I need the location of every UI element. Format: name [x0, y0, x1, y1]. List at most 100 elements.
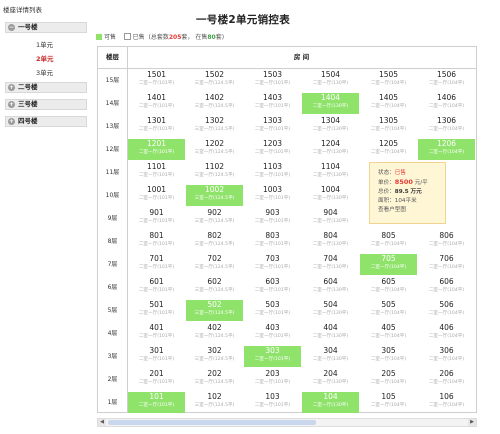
room-cell[interactable]: 1004 二室一厅(130平) [302, 185, 359, 206]
room-cell[interactable]: 902 三室一厅(124.5平) [186, 208, 243, 229]
scroll-right-icon[interactable]: ▶ [468, 419, 476, 426]
scroll-left-icon[interactable]: ◀ [98, 419, 106, 426]
room-cell[interactable]: 1305 二室一厅(104平) [360, 116, 417, 137]
room-cell[interactable]: 604 二室一厅(130平) [302, 277, 359, 298]
room-cell[interactable]: 501 二室一厅(101平) [128, 300, 185, 321]
room-cell[interactable]: 1101 二室一厅(101平) [128, 162, 185, 183]
room-cell[interactable]: 706 二室一厅(104平) [418, 254, 475, 275]
room-cell[interactable]: 405 二室一厅(104平) [360, 323, 417, 344]
room-cell[interactable]: 803 二室一厅(101平) [244, 231, 301, 252]
room-cell[interactable]: 1303 二室一厅(101平) [244, 116, 301, 137]
room-cell[interactable]: 1206 二室一厅(104平) [418, 139, 475, 160]
room-cell[interactable]: 1204 二室一厅(130平) [302, 139, 359, 160]
room-cell[interactable]: 1301 二室一厅(101平) [128, 116, 185, 137]
room-cell[interactable]: 401 二室一厅(101平) [128, 323, 185, 344]
room-cell[interactable]: 304 二室一厅(130平) [302, 346, 359, 367]
room-cell[interactable]: 1506 二室一厅(104平) [418, 70, 475, 91]
horizontal-scrollbar[interactable]: ◀ ▶ [97, 418, 477, 427]
room-cell[interactable]: 1302 三室一厅(124.5平) [186, 116, 243, 137]
building-item-1[interactable]: − 一号楼 [5, 22, 87, 33]
room-cell[interactable]: 605 二室一厅(104平) [360, 277, 417, 298]
room-cell[interactable]: 904 二室一厅(130平) [302, 208, 359, 229]
room-cell[interactable]: 1402 三室一厅(124.5平) [186, 93, 243, 114]
room-cell[interactable]: 201 二室一厅(101平) [128, 369, 185, 390]
room-cell[interactable]: 701 二室一厅(101平) [128, 254, 185, 275]
room-cell[interactable]: 402 三室一厅(124.5平) [186, 323, 243, 344]
room-cell[interactable]: 1003 二室一厅(101平) [244, 185, 301, 206]
room-cell[interactable]: 502 三室一厅(124.5平) [186, 300, 243, 321]
room-cell[interactable]: 1202 三室一厅(124.5平) [186, 139, 243, 160]
plus-icon[interactable]: + [8, 118, 15, 125]
room-cell[interactable]: 1104 二室一厅(130平) [302, 162, 359, 183]
room-cell[interactable]: 801 二室一厅(101平) [128, 231, 185, 252]
room-cell[interactable]: 105 二室一厅(104平) [360, 392, 417, 413]
room-cell[interactable]: 104 二室一厅(130平) [302, 392, 359, 413]
room-cell[interactable]: 703 二室一厅(101平) [244, 254, 301, 275]
unit-item-2-selected[interactable]: 2单元 [36, 53, 54, 63]
room-cell[interactable]: 206 二室一厅(104平) [418, 369, 475, 390]
building-item-3[interactable]: + 三号楼 [5, 99, 87, 110]
room-cell[interactable]: 103 二室一厅(101平) [244, 392, 301, 413]
room-cell[interactable]: 1306 二室一厅(104平) [418, 116, 475, 137]
room-cell[interactable]: 602 三室一厅(124.5平) [186, 277, 243, 298]
room-cell[interactable]: 1404 二室一厅(130平) [302, 93, 359, 114]
plus-icon[interactable]: + [8, 101, 15, 108]
room-cell[interactable]: 1102 三室一厅(124.5平) [186, 162, 243, 183]
room-cell[interactable]: 202 三室一厅(124.5平) [186, 369, 243, 390]
room-cell[interactable]: 702 三室一厅(124.5平) [186, 254, 243, 275]
room-cell[interactable]: 1503 二室一厅(101平) [244, 70, 301, 91]
room-cell[interactable]: 106 二室一厅(104平) [418, 392, 475, 413]
room-cell[interactable]: 705 二室一厅(104平) [360, 254, 417, 275]
building-item-2[interactable]: + 二号楼 [5, 82, 87, 93]
room-cell[interactable]: 805 二室一厅(104平) [360, 231, 417, 252]
room-cell[interactable]: 506 二室一厅(104平) [418, 300, 475, 321]
room-cell[interactable]: 404 二室一厅(130平) [302, 323, 359, 344]
room-cell[interactable]: 301 二室一厅(101平) [128, 346, 185, 367]
room-cell[interactable]: 606 二室一厅(104平) [418, 277, 475, 298]
room-cell[interactable]: 101 二室一厅(101平) [128, 392, 185, 413]
room-cell[interactable]: 1502 三室一厅(124.5平) [186, 70, 243, 91]
room-cell[interactable]: 1406 二室一厅(104平) [418, 93, 475, 114]
room-cell[interactable]: 504 二室一厅(130平) [302, 300, 359, 321]
room-cell[interactable]: 403 二室一厅(101平) [244, 323, 301, 344]
minus-icon[interactable]: − [8, 24, 15, 31]
room-cell[interactable]: 306 二室一厅(104平) [418, 346, 475, 367]
room-cell[interactable]: 1304 二室一厅(130平) [302, 116, 359, 137]
unit-item-3[interactable]: 3单元 [36, 67, 53, 77]
room-cell[interactable]: 802 三室一厅(124.5平) [186, 231, 243, 252]
room-cell[interactable]: 901 二室一厅(101平) [128, 208, 185, 229]
room-cell[interactable]: 406 二室一厅(104平) [418, 323, 475, 344]
building-item-4[interactable]: + 四号楼 [5, 116, 87, 127]
room-cell[interactable]: 1203 二室一厅(101平) [244, 139, 301, 160]
room-cell[interactable]: 903 二室一厅(101平) [244, 208, 301, 229]
room-cell[interactable]: 1403 二室一厅(101平) [244, 93, 301, 114]
room-cell[interactable]: 203 二室一厅(101平) [244, 369, 301, 390]
room-cell[interactable]: 1103 二室一厅(101平) [244, 162, 301, 183]
room-cell[interactable]: 302 三室一厅(124.5平) [186, 346, 243, 367]
room-cell[interactable]: 505 二室一厅(104平) [360, 300, 417, 321]
scrollbar-thumb[interactable] [108, 420, 316, 425]
room-cell[interactable]: 205 二室一厅(104平) [360, 369, 417, 390]
room-cell[interactable]: 603 二室一厅(101平) [244, 277, 301, 298]
room-cell[interactable]: 806 二室一厅(104平) [418, 231, 475, 252]
room-cell[interactable]: 1201 二室一厅(101平) [128, 139, 185, 160]
room-cell[interactable]: 503 二室一厅(101平) [244, 300, 301, 321]
room-cell[interactable]: 601 二室一厅(101平) [128, 277, 185, 298]
room-cell[interactable]: 305 二室一厅(104平) [360, 346, 417, 367]
unit-item-1[interactable]: 1单元 [36, 39, 53, 49]
plus-icon[interactable]: + [8, 84, 15, 91]
room-cell[interactable]: 1504 二室一厅(130平) [302, 70, 359, 91]
room-cell[interactable]: 1405 二室一厅(104平) [360, 93, 417, 114]
room-cell[interactable]: 1002 三室一厅(124.5平) [186, 185, 243, 206]
room-cell[interactable]: 1501 二室一厅(101平) [128, 70, 185, 91]
room-cell[interactable]: 1205 二室一厅(104平) [360, 139, 417, 160]
floorplan-link[interactable]: 查看户型图 [378, 206, 445, 215]
room-cell[interactable]: 1505 二室一厅(104平) [360, 70, 417, 91]
room-cell[interactable]: 1401 二室一厅(101平) [128, 93, 185, 114]
room-cell[interactable]: 204 二室一厅(130平) [302, 369, 359, 390]
room-cell[interactable]: 804 二室一厅(130平) [302, 231, 359, 252]
room-cell[interactable]: 1001 二室一厅(101平) [128, 185, 185, 206]
room-cell[interactable]: 303 二室一厅(101平) [244, 346, 301, 367]
room-cell[interactable]: 102 三室一厅(124.5平) [186, 392, 243, 413]
room-cell[interactable]: 704 二室一厅(130平) [302, 254, 359, 275]
